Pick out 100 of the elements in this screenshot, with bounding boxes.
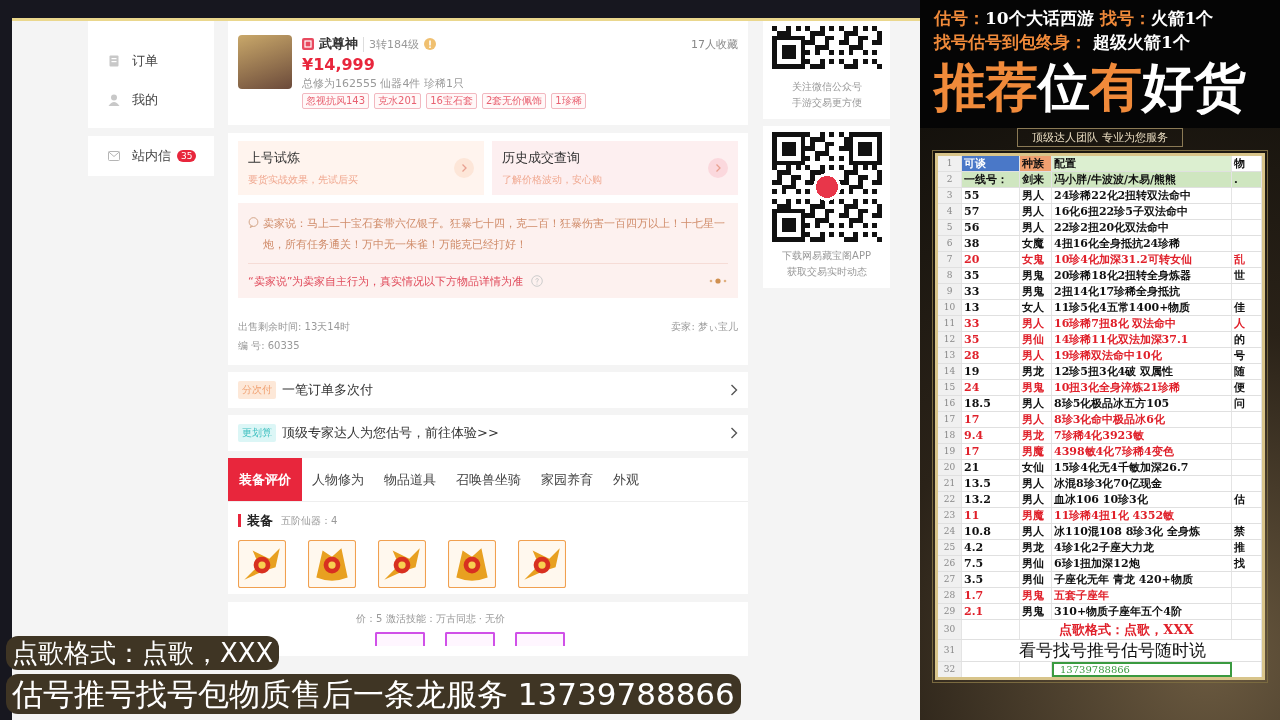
caption-text: 点歌格式：点歌，XXX bbox=[6, 636, 280, 670]
table-cell: 世 bbox=[1232, 268, 1262, 283]
table-cell: 20珍稀18化2扭转全身炼器 bbox=[1052, 268, 1232, 283]
row-number: 31 bbox=[938, 640, 962, 661]
row-number: 11 bbox=[938, 316, 962, 331]
tab[interactable]: 人物修为 bbox=[302, 458, 374, 501]
row-number: 8 bbox=[938, 268, 962, 283]
tab[interactable]: 物品道具 bbox=[374, 458, 446, 501]
table-cell: 9.4 bbox=[962, 428, 1020, 443]
qr-caption: 关注微信公众号 bbox=[791, 80, 862, 94]
promo-row[interactable]: 更划算 顶级专家达人为您估号，前往体验>> bbox=[228, 415, 748, 451]
equipment-item-icon[interactable] bbox=[518, 540, 566, 588]
feature-card[interactable]: 历史成交查询 了解价格波动，安心购 bbox=[492, 141, 738, 195]
feature-tag: 16宝石套 bbox=[426, 93, 477, 109]
table-cell: 男鬼 bbox=[1020, 588, 1052, 603]
table-cell: 男人 bbox=[1020, 396, 1052, 411]
card-subtitle: 要货实战效果，先试后买 bbox=[248, 173, 358, 187]
table-cell: 7.5 bbox=[962, 556, 1020, 571]
promo-text: 一笔订单多次付 bbox=[282, 381, 373, 399]
table-cell: 随 bbox=[1232, 364, 1262, 379]
table-cell: 18.5 bbox=[962, 396, 1020, 411]
table-cell: 男人 bbox=[1020, 476, 1052, 491]
row-number: 21 bbox=[938, 476, 962, 491]
table-cell: 男人 bbox=[1020, 220, 1052, 235]
equipment-item-icon[interactable] bbox=[375, 632, 425, 646]
row-number: 20 bbox=[938, 460, 962, 475]
price: ¥14,999 bbox=[302, 55, 376, 74]
table-cell: 男人 bbox=[1020, 316, 1052, 331]
banner-text: 火箭1个 bbox=[1150, 8, 1214, 28]
table-cell: 男人 bbox=[1020, 204, 1052, 219]
table-cell: 11珍稀4扭1化 4352敏 bbox=[1052, 508, 1232, 523]
table-cell: 女仙 bbox=[1020, 460, 1052, 475]
feature-tag: 1珍稀 bbox=[551, 93, 586, 109]
table-cell: 24 bbox=[962, 380, 1020, 395]
table-cell: 11珍5化4五常1400+物质 bbox=[1052, 300, 1232, 315]
banner-text: 超级火箭1个 bbox=[1091, 32, 1190, 52]
card-subtitle: 了解价格波动，安心购 bbox=[502, 173, 602, 187]
table-cell: 男人 bbox=[1020, 412, 1052, 427]
row-number: 7 bbox=[938, 252, 962, 267]
feature-tag: 忽视抗风143 bbox=[302, 93, 370, 109]
table-cell: 冰110混108 8珍3化 全身炼 bbox=[1052, 524, 1232, 539]
table-cell: 1.7 bbox=[962, 588, 1020, 603]
disclaimer-text: “卖家说”为卖家自主行为，真实情况以下方物品详情为准 bbox=[248, 273, 524, 289]
tab[interactable]: 装备评价 bbox=[228, 458, 302, 501]
table-cell: 男龙 bbox=[1020, 428, 1052, 443]
banner-text: 找号： bbox=[1098, 8, 1151, 28]
table-cell: 女鬼 bbox=[1020, 252, 1052, 267]
character-stats: 总修为162555 仙器4件 珍稀1只 bbox=[302, 76, 465, 91]
table-cell: 4珍1化2子座大力龙 bbox=[1052, 540, 1232, 555]
feature-tag: 2套无价佩饰 bbox=[481, 93, 547, 109]
tab[interactable]: 外观 bbox=[603, 458, 649, 501]
table-cell: 禁 bbox=[1232, 524, 1262, 539]
banner-headline: 有 bbox=[1090, 57, 1142, 117]
promo-row[interactable]: 分次付 一笔订单多次付 bbox=[228, 372, 748, 408]
table-cell: 20 bbox=[962, 252, 1020, 267]
tab[interactable]: 家园养育 bbox=[531, 458, 603, 501]
sidebar-item[interactable]: 订单 bbox=[88, 41, 214, 80]
row-number: 27 bbox=[938, 572, 962, 587]
row-number: 30 bbox=[938, 620, 962, 639]
row-number: 28 bbox=[938, 588, 962, 603]
table-cell: 冰混8珍3化70亿现金 bbox=[1052, 476, 1232, 491]
table-cell: 4398敏4化7珍稀4变色 bbox=[1052, 444, 1232, 459]
table-cell: 35 bbox=[962, 268, 1020, 283]
chevron-right-icon bbox=[730, 384, 738, 396]
banner-headline: 好货 bbox=[1142, 57, 1246, 117]
equipment-item-icon[interactable] bbox=[515, 632, 565, 646]
table-cell: 佳 bbox=[1232, 300, 1262, 315]
equipment-item-icon[interactable] bbox=[445, 632, 495, 646]
row-number: 17 bbox=[938, 412, 962, 427]
table-cell: 13739788866 bbox=[1052, 662, 1232, 677]
column-header: 配置 bbox=[1052, 156, 1232, 171]
table-cell: 8珍3化命中极品冰6化 bbox=[1052, 412, 1232, 427]
tab[interactable]: 召唤兽坐骑 bbox=[446, 458, 531, 501]
equipment-item-icon[interactable] bbox=[308, 540, 356, 588]
table-cell: 13 bbox=[962, 300, 1020, 315]
table-cell: 10扭3化全身淬炼21珍稀 bbox=[1052, 380, 1232, 395]
section-title: 装备 bbox=[247, 511, 273, 530]
tag-icon bbox=[302, 38, 314, 50]
row-number: 26 bbox=[938, 556, 962, 571]
table-cell: 19珍稀双法命中10化 bbox=[1052, 348, 1232, 363]
feature-card[interactable]: 上号试炼 要货实战效果，先试后买 bbox=[238, 141, 484, 195]
row-number: 15 bbox=[938, 380, 962, 395]
equipment-item-icon[interactable] bbox=[238, 540, 286, 588]
table-cell: 人 bbox=[1232, 316, 1262, 331]
table-cell: 17 bbox=[962, 412, 1020, 427]
table-cell: 56 bbox=[962, 220, 1020, 235]
table-cell: 2扭14化17珍稀全身抵抗 bbox=[1052, 284, 1232, 299]
equipment-item-icon[interactable] bbox=[378, 540, 426, 588]
equipment-item-icon[interactable] bbox=[448, 540, 496, 588]
document-icon bbox=[108, 54, 120, 67]
mail-icon bbox=[108, 150, 120, 162]
table-cell: 10.8 bbox=[962, 524, 1020, 539]
section-subtitle: 价：5 激活技能：万古同悲 · 无价 bbox=[356, 612, 507, 626]
table-cell: 男鬼 bbox=[1020, 268, 1052, 283]
sidebar-item[interactable]: 我的 bbox=[88, 80, 214, 119]
table-cell: 五套子座年 bbox=[1052, 588, 1232, 603]
row-number: 9 bbox=[938, 284, 962, 299]
caption-text: 估号推号找号包物质售后一条龙服务 13739788866 bbox=[6, 674, 741, 714]
promo-tag: 更划算 bbox=[238, 424, 276, 442]
table-cell: 4.2 bbox=[962, 540, 1020, 555]
